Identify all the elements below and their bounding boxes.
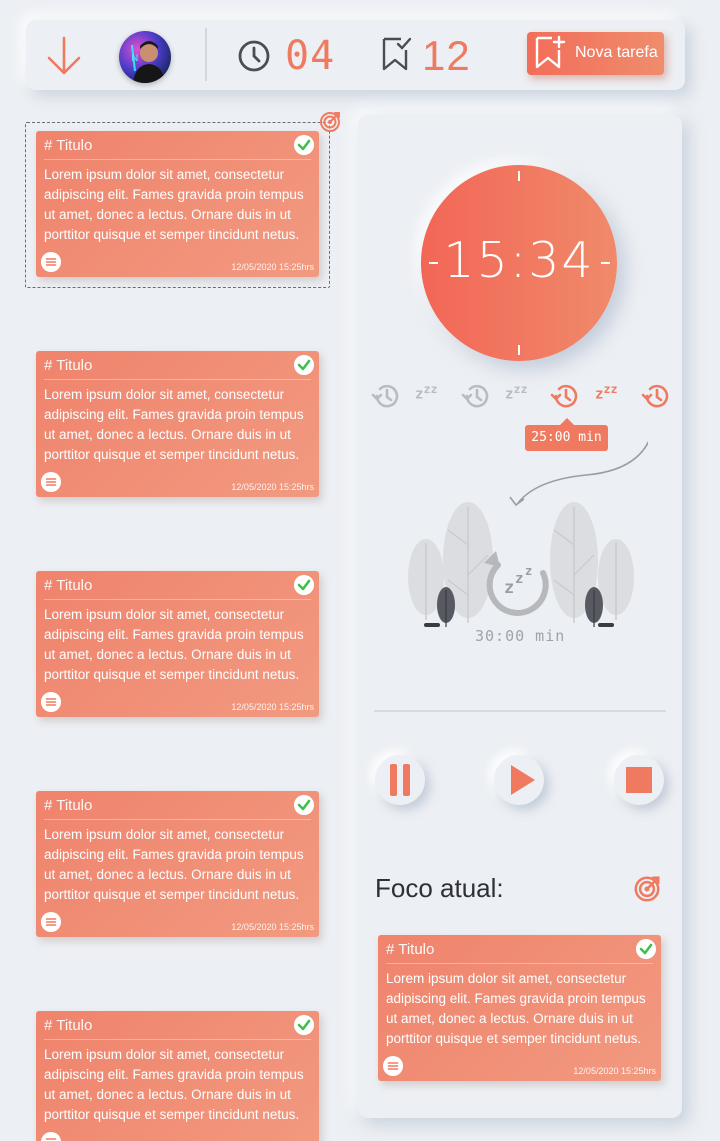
menu-icon[interactable] bbox=[41, 252, 61, 272]
clock-icon bbox=[238, 40, 270, 72]
task-title: # Titulo bbox=[44, 577, 93, 594]
pomodoro-cycles: zzz zzz zzz bbox=[370, 380, 680, 414]
task-date: 12/05/2020 15:25hrs bbox=[231, 922, 314, 932]
task-description: Lorem ipsum dolor sit amet, consectetur … bbox=[44, 827, 304, 902]
card-divider bbox=[44, 159, 311, 160]
bookmark-plus-icon bbox=[535, 35, 566, 69]
pending-count: 04 bbox=[285, 33, 336, 79]
focus-task-card[interactable]: # Titulo Lorem ipsum dolor sit amet, con… bbox=[378, 935, 661, 1081]
pause-icon bbox=[390, 764, 410, 796]
play-icon bbox=[511, 765, 535, 795]
history-icon[interactable] bbox=[640, 380, 672, 412]
svg-text:z: z bbox=[504, 578, 514, 598]
task-card[interactable]: # Titulo Lorem ipsum dolor sit amet, cons… bbox=[36, 1011, 319, 1141]
menu-icon[interactable] bbox=[41, 692, 61, 712]
saved-count: 12 bbox=[422, 32, 471, 79]
rest-duration: 30:00 min bbox=[475, 627, 566, 645]
task-description: Lorem ipsum dolor sit amet, consectetur … bbox=[44, 607, 304, 682]
task-card[interactable]: # Titulo Lorem ipsum dolor sit amet, cons… bbox=[36, 351, 319, 497]
timer-dial: 15:34 bbox=[421, 165, 617, 361]
task-title: # Titulo bbox=[44, 137, 93, 154]
card-divider bbox=[386, 963, 653, 964]
menu-icon[interactable] bbox=[41, 912, 61, 932]
history-icon[interactable] bbox=[460, 380, 492, 412]
top-bar: N 04 12 Nova tarefa bbox=[26, 20, 685, 90]
check-icon[interactable] bbox=[636, 939, 656, 959]
check-icon[interactable] bbox=[294, 355, 314, 375]
play-button[interactable] bbox=[494, 755, 544, 805]
check-icon[interactable] bbox=[294, 795, 314, 815]
avatar[interactable]: N bbox=[119, 31, 171, 83]
focus-heading: Foco atual: bbox=[375, 873, 504, 903]
check-icon[interactable] bbox=[294, 1015, 314, 1035]
task-description: Lorem ipsum dolor sit amet, consectetur … bbox=[44, 387, 304, 462]
menu-icon[interactable] bbox=[383, 1056, 403, 1076]
menu-icon[interactable] bbox=[41, 1132, 61, 1141]
rest-illustration: z z z bbox=[408, 441, 648, 627]
task-card[interactable]: # Titulo Lorem ipsum dolor sit amet, cons… bbox=[36, 131, 319, 277]
task-title: # Titulo bbox=[44, 357, 93, 374]
task-description: Lorem ipsum dolor sit amet, consectetur … bbox=[386, 971, 646, 1046]
task-description: Lorem ipsum dolor sit amet, consectetur … bbox=[44, 167, 304, 242]
check-icon[interactable] bbox=[294, 575, 314, 595]
card-divider bbox=[44, 819, 311, 820]
stop-button[interactable] bbox=[614, 755, 664, 805]
task-date: 12/05/2020 15:25hrs bbox=[231, 482, 314, 492]
zzz-icon: zzz bbox=[505, 382, 528, 403]
check-icon[interactable] bbox=[294, 135, 314, 155]
task-title: # Titulo bbox=[386, 941, 435, 958]
target-icon[interactable] bbox=[632, 874, 662, 904]
task-title: # Titulo bbox=[44, 1017, 93, 1034]
card-divider bbox=[44, 1039, 311, 1040]
history-icon[interactable] bbox=[549, 380, 581, 412]
timer-panel: 15:34 zzz zzz zzz 25:00 min z z z 30:00 … bbox=[358, 115, 682, 1118]
task-card[interactable]: # Titulo Lorem ipsum dolor sit amet, cons… bbox=[36, 571, 319, 717]
task-date: 12/05/2020 15:25hrs bbox=[231, 262, 314, 272]
timer-display: 15:34 bbox=[443, 232, 595, 289]
task-title: # Titulo bbox=[44, 797, 93, 814]
arrow-down-icon[interactable] bbox=[44, 35, 84, 77]
stop-icon bbox=[626, 767, 652, 793]
menu-icon[interactable] bbox=[41, 472, 61, 492]
task-date: 12/05/2020 15:25hrs bbox=[573, 1066, 656, 1076]
svg-text:z: z bbox=[515, 571, 523, 587]
target-icon[interactable] bbox=[318, 110, 342, 134]
history-icon[interactable] bbox=[370, 380, 402, 412]
panel-divider bbox=[374, 710, 666, 712]
new-task-label: Nova tarefa bbox=[575, 44, 658, 61]
task-card[interactable]: # Titulo Lorem ipsum dolor sit amet, cons… bbox=[36, 791, 319, 937]
new-task-button[interactable]: Nova tarefa bbox=[527, 32, 664, 75]
svg-text:z: z bbox=[525, 564, 532, 578]
bookmark-check-icon bbox=[382, 37, 412, 71]
task-date: 12/05/2020 15:25hrs bbox=[231, 702, 314, 712]
header-divider bbox=[205, 28, 207, 81]
pause-button[interactable] bbox=[375, 755, 425, 805]
zzz-icon: zzz bbox=[595, 382, 618, 403]
svg-text:N: N bbox=[131, 53, 138, 64]
task-description: Lorem ipsum dolor sit amet, consectetur … bbox=[44, 1047, 304, 1122]
card-divider bbox=[44, 379, 311, 380]
card-divider bbox=[44, 599, 311, 600]
zzz-icon: zzz bbox=[415, 382, 438, 403]
